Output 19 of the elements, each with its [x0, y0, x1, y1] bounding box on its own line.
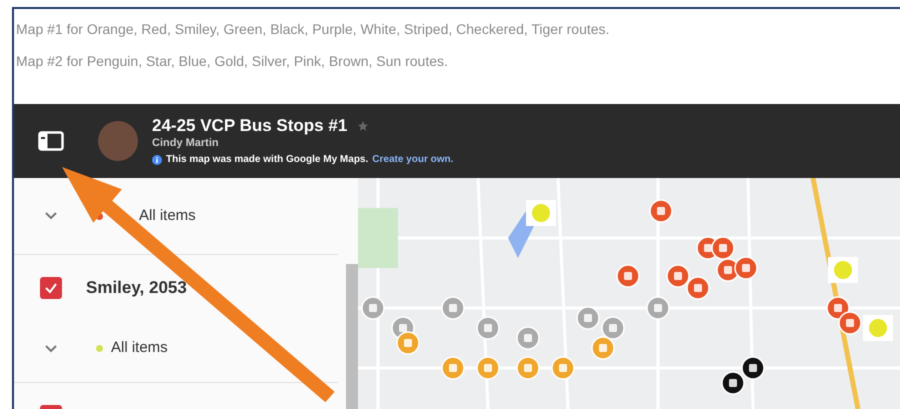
map-author: Cindy Martin [152, 137, 220, 150]
legend-label[interactable]: All items [139, 204, 196, 228]
legend-label[interactable]: All items [111, 337, 168, 360]
info-icon [152, 154, 162, 164]
layer-checkbox[interactable] [40, 277, 62, 299]
chevron-icon[interactable] [44, 344, 58, 354]
map-title: 24-25 VCP Bus Stops #1 [152, 115, 348, 137]
star-icon[interactable] [357, 120, 370, 132]
notice-text: This map was made with Google My Maps. [166, 153, 368, 167]
checkmark-icon [44, 281, 58, 295]
chevron-icon[interactable] [44, 211, 58, 221]
intro-line: Map #2 for Penguin, Star, Blue, Gold, Silver, Pink, Brown, Sun routes. [16, 52, 449, 71]
sidebar-toggle-icon[interactable] [38, 131, 64, 151]
scrollbar[interactable] [346, 264, 358, 409]
avatar [98, 121, 138, 161]
layer-name: Smiley, 2053 [86, 277, 187, 299]
intro-line: Map #1 for Orange, Red, Smiley, Green, Black, Purple, White, Striped, Checkered, Tiger routes. [16, 20, 610, 39]
create-link[interactable]: Create your own. [372, 152, 454, 167]
map-drawing[interactable] [358, 178, 900, 409]
